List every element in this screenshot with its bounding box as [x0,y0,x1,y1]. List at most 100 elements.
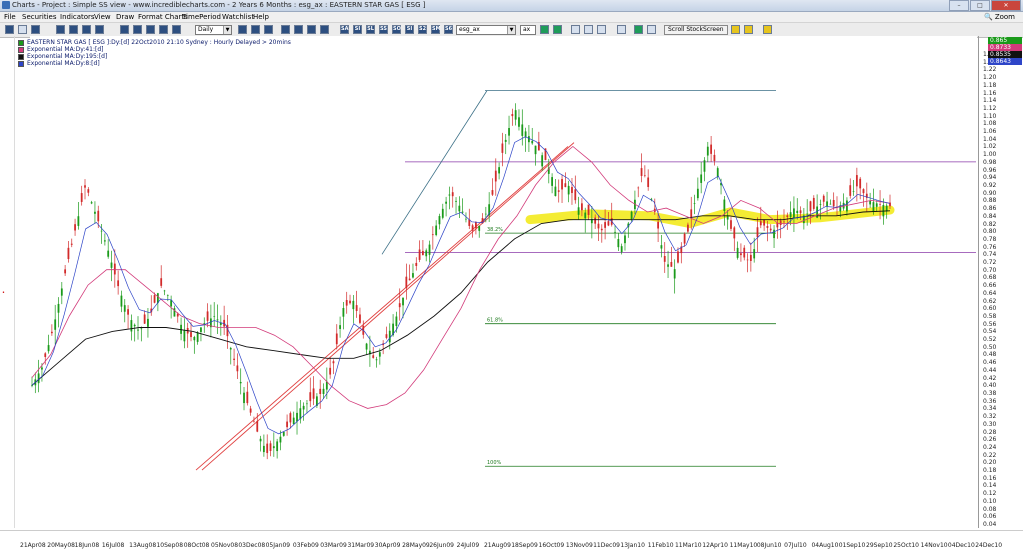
menu-securities[interactable]: Securities [22,13,57,21]
menu-watchlist[interactable]: Watchlist [222,13,254,21]
globe-icon[interactable] [634,25,643,34]
table-icon[interactable] [31,25,40,34]
maximize-button[interactable]: □ [970,0,990,11]
candle-body [640,168,643,176]
candle-body [256,421,259,432]
draw-line-icon[interactable] [281,25,290,34]
x-tick-label: 01Sep10 [838,542,866,549]
x-tick-label: 12Apr10 [702,542,728,549]
bar-icon[interactable] [56,25,65,34]
alert-icon[interactable] [597,25,606,34]
candle-icon[interactable] [69,25,78,34]
grid-icon[interactable] [172,25,181,34]
y-tick-label: 1.18 [983,81,997,89]
horizontal-scroll-area[interactable] [0,530,1023,541]
candle-body [819,204,822,205]
candle-body [849,185,852,196]
exchange-select[interactable]: ax [520,25,536,35]
tool-si[interactable]: SI [353,25,362,34]
y-tick-label: 0.50 [983,343,997,351]
tool-s2[interactable]: S2 [418,25,427,34]
tool-icon-1[interactable] [238,25,247,34]
go-icon[interactable] [540,25,549,34]
close-button[interactable]: ✕ [991,0,1021,11]
print-icon[interactable] [18,25,27,34]
candle-body [498,167,500,174]
zoom-out-icon[interactable] [133,25,142,34]
candle-body [852,191,855,192]
tool-icon-3[interactable] [264,25,273,34]
y-tick-label: 1.10 [983,112,997,120]
price-chart[interactable]: 38.2% 61.8% 100% [30,36,977,528]
menu-draw[interactable]: Draw [116,13,134,21]
tool-sa[interactable]: SA [340,25,349,34]
candle-body [272,446,275,449]
candle-body [743,247,746,258]
x-tick-label: 31Mar09 [347,542,375,549]
mail-icon[interactable] [763,25,772,34]
diamond-down-icon[interactable] [744,25,753,34]
menu-timeperiod[interactable]: TimePeriod [182,13,221,21]
candle-body [541,155,544,167]
tool-sl[interactable]: SL [366,25,375,34]
line-icon[interactable] [82,25,91,34]
minimize-button[interactable]: – [949,0,969,11]
pan-icon[interactable] [159,25,168,34]
symbol-input[interactable]: esg_ax ▼ [456,25,516,35]
candle-body [504,139,507,142]
y-tick-label: 0.30 [983,420,997,428]
page-icon[interactable] [617,25,626,34]
draw-trend-icon[interactable] [294,25,303,34]
candle-body [127,309,129,315]
tool-s6[interactable]: S6 [444,25,453,34]
candle-body [292,417,295,425]
x-tick-label: 11Mar10 [674,542,702,549]
candle-body [117,280,120,287]
layout-icon[interactable] [95,25,104,34]
x-tick-label: 26Jun09 [429,542,455,549]
tool-ss[interactable]: SS [379,25,388,34]
legend-row-price[interactable]: EASTERN STAR GAS [ ESG ]:Dy:[d] 22Oct201… [18,39,291,46]
menu-format-charts[interactable]: Format Charts [138,13,188,21]
fit-icon[interactable] [146,25,155,34]
menu-indicators[interactable]: Indicators [60,13,95,21]
legend-label-price: EASTERN STAR GAS [ ESG ]:Dy:[d] 22Oct201… [27,39,291,46]
legend-row-ema41[interactable]: Exponential MA:Dy:41:[d] [18,46,291,53]
y-tick-label: 1.16 [983,89,997,97]
y-tick-label: 0.20 [983,459,997,467]
tool-icon-2[interactable] [251,25,260,34]
legend-row-ema195[interactable]: Exponential MA:Dy:195:[d] [18,53,291,60]
legend-row-ema8[interactable]: Exponential MA:Dy:8:[d] [18,60,291,67]
candle-body [696,188,699,199]
dropdown-icon[interactable] [584,25,593,34]
price-box-ema195: 0.8535 [988,51,1022,58]
tool-sm[interactable]: SM [431,25,441,34]
tool-si-2[interactable]: SI [405,25,414,34]
menu-help[interactable]: Help [253,13,269,21]
scroll-stockscreen-button[interactable]: Scroll StockScreen [664,25,728,35]
candle-body [438,216,441,225]
candle-body [349,300,351,304]
x-tick-label: 24Jul09 [456,542,480,549]
menu-file[interactable]: File [4,13,16,21]
candle-body [826,201,828,207]
binoculars-icon[interactable] [571,25,580,34]
diamond-up-icon[interactable] [731,25,740,34]
settings-icon[interactable] [647,25,656,34]
candle-body [170,300,173,307]
draw-fib-icon[interactable] [320,25,329,34]
menu-view[interactable]: View [94,13,111,21]
candle-body [31,385,33,386]
candle-body [183,329,186,342]
zoom-in-icon[interactable] [120,25,129,34]
candle-body [319,388,322,394]
candle-body [286,421,288,428]
refresh-icon[interactable] [553,25,562,34]
zoom-control[interactable]: 🔍 Zoom [984,13,1015,21]
draw-channel-icon[interactable] [307,25,316,34]
period-select[interactable]: Daily ▼ [195,25,232,35]
tool-so[interactable]: SO [392,25,401,34]
x-tick-label: 10Sep08 [156,542,184,549]
chart-icon[interactable] [5,25,14,34]
candle-body [206,311,209,321]
